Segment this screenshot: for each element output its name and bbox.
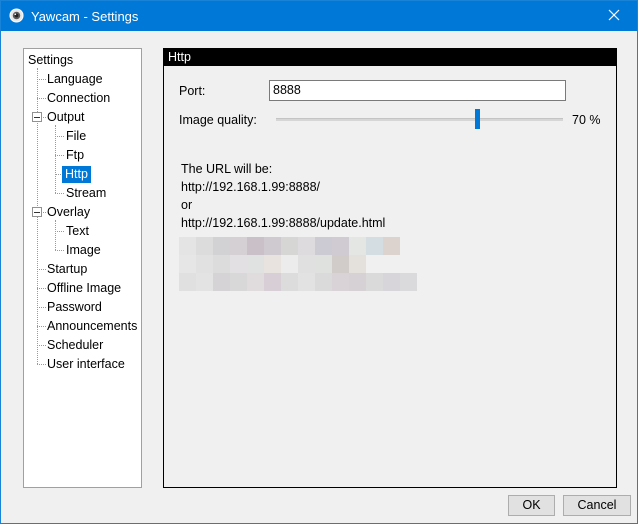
- redacted-pixel: [264, 255, 281, 273]
- image-quality-value: 70 %: [572, 113, 601, 127]
- tree-item-file[interactable]: File: [66, 128, 86, 145]
- tree-line: [55, 250, 64, 251]
- redacted-pixel: [230, 255, 247, 273]
- tree-item-password[interactable]: Password: [47, 299, 102, 316]
- panel-title: Http: [168, 50, 191, 64]
- redacted-pixel: [196, 237, 213, 255]
- image-quality-slider[interactable]: [276, 109, 563, 129]
- redacted-pixel: [298, 273, 315, 291]
- tree-line: [37, 98, 46, 99]
- redacted-pixel: [247, 255, 264, 273]
- redacted-pixel: [332, 255, 349, 273]
- cancel-button[interactable]: Cancel: [563, 495, 631, 516]
- url-or-text: or: [181, 198, 193, 212]
- redacted-pixel: [264, 237, 281, 255]
- redacted-pixel: [315, 255, 332, 273]
- redacted-pixel: [247, 273, 264, 291]
- tree-item-ftp[interactable]: Ftp: [66, 147, 84, 164]
- url-intro-text: The URL will be:: [181, 162, 273, 176]
- redacted-pixel: [230, 237, 247, 255]
- redacted-text-row: [179, 255, 366, 273]
- redacted-pixel: [315, 237, 332, 255]
- tree-item-scheduler[interactable]: Scheduler: [47, 337, 103, 354]
- settings-tree[interactable]: Settings Language Connection Output File…: [23, 48, 142, 488]
- settings-window: Yawcam - Settings Settings Language Conn…: [0, 0, 638, 524]
- close-icon[interactable]: [605, 6, 623, 24]
- redacted-pixel: [281, 255, 298, 273]
- redacted-text-row: [179, 273, 417, 291]
- redacted-pixel: [349, 273, 366, 291]
- tree-item-offline-image[interactable]: Offline Image: [47, 280, 121, 297]
- yawcam-app-icon: [9, 8, 24, 23]
- redacted-pixel: [196, 255, 213, 273]
- image-quality-label: Image quality:: [179, 113, 257, 127]
- redacted-pixel: [332, 273, 349, 291]
- window-title: Yawcam - Settings: [31, 9, 139, 24]
- redacted-pixel: [349, 237, 366, 255]
- tree-line: [55, 193, 64, 194]
- redacted-pixel: [179, 237, 196, 255]
- collapse-overlay-icon[interactable]: [32, 207, 42, 217]
- tree-line: [37, 345, 46, 346]
- slider-thumb[interactable]: [475, 109, 480, 129]
- redacted-pixel: [213, 273, 230, 291]
- redacted-pixel: [213, 237, 230, 255]
- tree-item-connection[interactable]: Connection: [47, 90, 110, 107]
- url-link-1: http://192.168.1.99:8888/: [181, 180, 321, 194]
- tree-item-http[interactable]: Http: [62, 166, 91, 183]
- redacted-pixel: [264, 273, 281, 291]
- port-input[interactable]: 8888: [269, 80, 566, 101]
- redacted-pixel: [179, 273, 196, 291]
- tree-line: [37, 364, 46, 365]
- redacted-pixel: [230, 273, 247, 291]
- slider-track: [276, 118, 563, 121]
- tree-line: [55, 231, 64, 232]
- tree-line: [55, 136, 64, 137]
- tree-item-text[interactable]: Text: [66, 223, 89, 240]
- tree-item-language[interactable]: Language: [47, 71, 103, 88]
- tree-item-settings[interactable]: Settings: [28, 52, 73, 69]
- tree-line: [55, 155, 64, 156]
- redacted-pixel: [298, 237, 315, 255]
- title-bar[interactable]: Yawcam - Settings: [1, 1, 637, 31]
- redacted-pixel: [383, 237, 400, 255]
- tree-line: [37, 269, 46, 270]
- http-settings-panel: Http Port: 8888 Image quality: 70 % The …: [163, 48, 617, 488]
- tree-line: [55, 220, 56, 250]
- tree-line: [55, 174, 61, 175]
- tree-item-stream[interactable]: Stream: [66, 185, 106, 202]
- tree-line: [37, 326, 46, 327]
- redacted-pixel: [281, 237, 298, 255]
- redacted-text-row: [179, 237, 400, 255]
- panel-header: Http: [164, 49, 616, 66]
- redacted-pixel: [332, 237, 349, 255]
- redacted-pixel: [281, 273, 298, 291]
- redacted-pixel: [315, 273, 332, 291]
- tree-item-startup[interactable]: Startup: [47, 261, 87, 278]
- tree-item-overlay[interactable]: Overlay: [47, 204, 90, 221]
- redacted-pixel: [298, 255, 315, 273]
- redacted-pixel: [196, 273, 213, 291]
- tree-line: [37, 79, 46, 80]
- redacted-pixel: [179, 255, 196, 273]
- collapse-output-icon[interactable]: [32, 112, 42, 122]
- url-link-2: http://192.168.1.99:8888/update.html: [181, 216, 386, 230]
- ok-button[interactable]: OK: [508, 495, 555, 516]
- redacted-pixel: [349, 255, 366, 273]
- tree-line: [37, 307, 46, 308]
- redacted-pixel: [366, 237, 383, 255]
- redacted-pixel: [400, 273, 417, 291]
- tree-line: [37, 288, 46, 289]
- tree-item-output[interactable]: Output: [47, 109, 85, 126]
- tree-item-announcements[interactable]: Announcements: [47, 318, 137, 335]
- redacted-pixel: [213, 255, 230, 273]
- redacted-pixel: [247, 237, 264, 255]
- redacted-pixel: [383, 273, 400, 291]
- tree-item-user-interface[interactable]: User interface: [47, 356, 125, 373]
- tree-item-image[interactable]: Image: [66, 242, 101, 259]
- port-label: Port:: [179, 84, 206, 98]
- redacted-pixel: [366, 273, 383, 291]
